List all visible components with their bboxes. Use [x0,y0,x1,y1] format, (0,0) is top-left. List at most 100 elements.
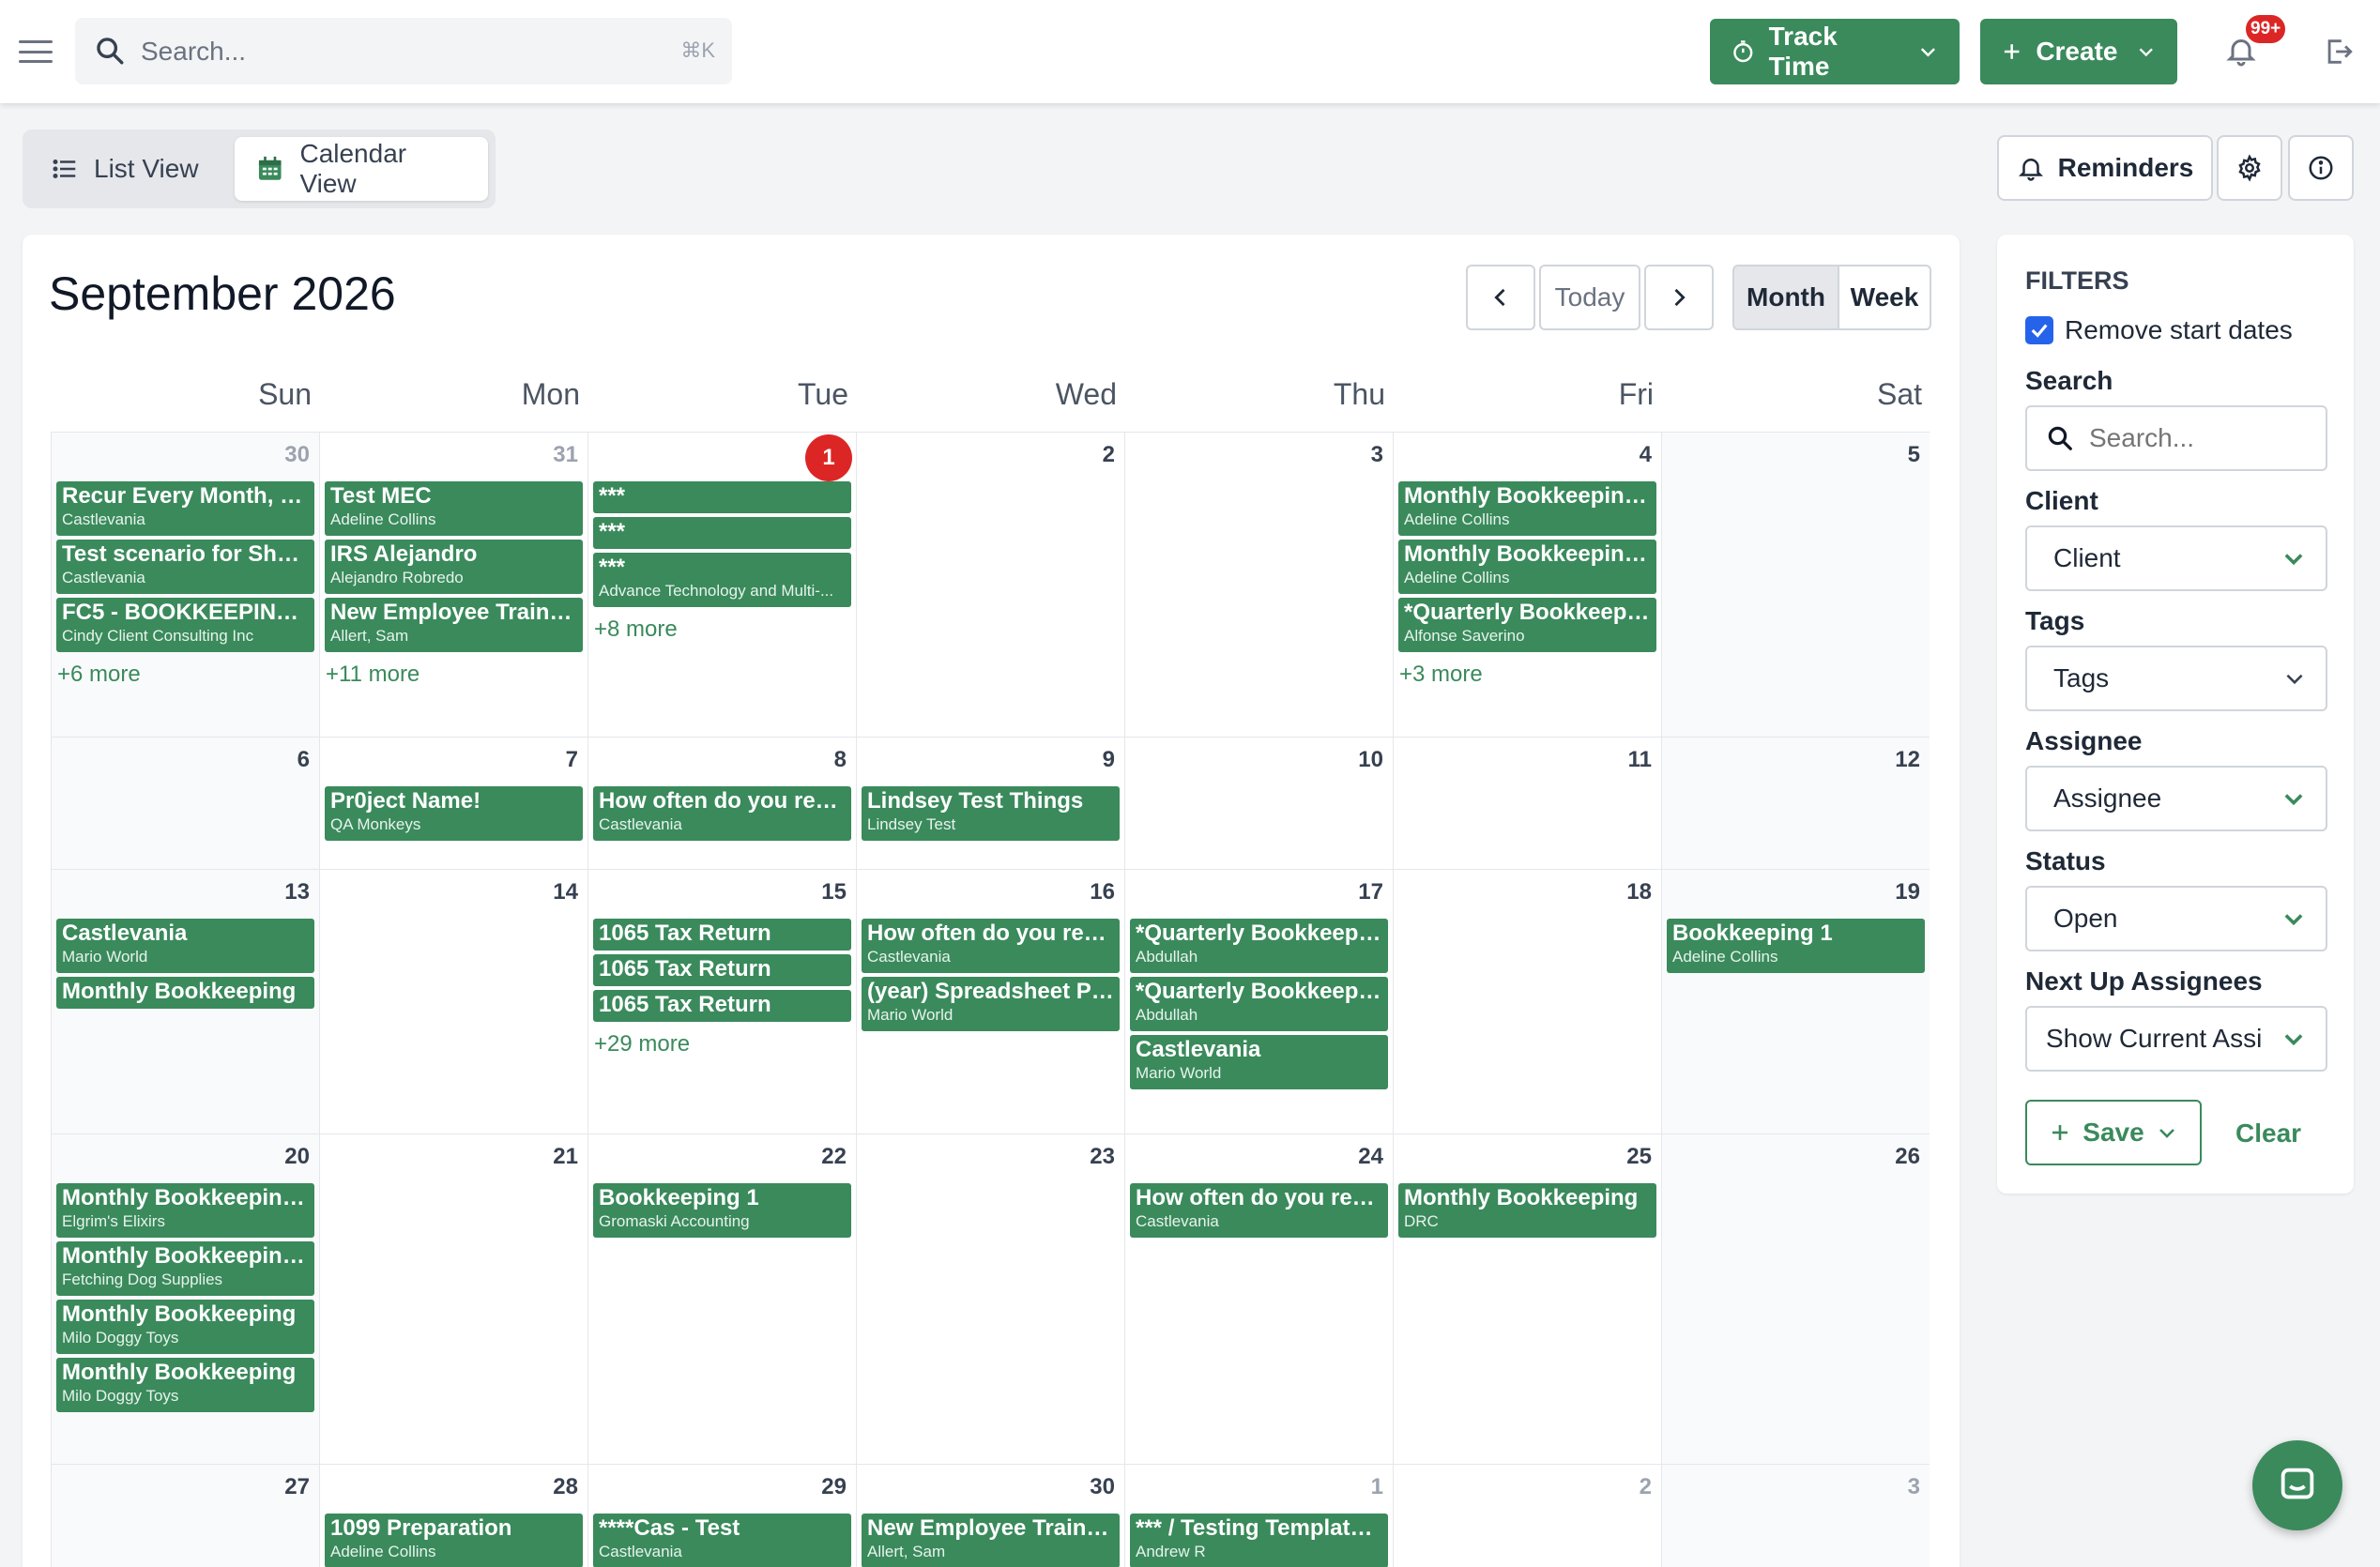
day-cell[interactable]: 30 New Employee Trainin... Allert, Sam [856,1464,1124,1567]
calendar-event[interactable]: *Quarterly Bookkeeping Alfonse Saverino [1398,598,1656,652]
day-cell[interactable]: 2 [1393,1464,1661,1567]
calendar-event[interactable]: New Employee Trainin... Allert, Sam [862,1514,1120,1567]
day-cell[interactable]: 21 [319,1133,587,1464]
day-cell[interactable]: 1 *** *** *** Advance Technology and Multi-.… [587,432,856,737]
info-button[interactable] [2288,135,2354,201]
calendar-event[interactable]: *** [593,517,851,549]
assignee-select[interactable]: Assignee [2025,766,2327,831]
calendar-event[interactable]: Monthly Bookkeeping-... Elgrim's Elixirs [56,1183,314,1238]
more-events-link[interactable]: +8 more [594,616,678,643]
client-select[interactable]: Client [2025,525,2327,591]
calendar-event[interactable]: New Employee Trainin... Allert, Sam [325,598,583,652]
global-search-input[interactable] [141,18,629,84]
more-events-link[interactable]: +6 more [57,662,141,688]
calendar-event[interactable]: Monthly Bookkeeping DRC [1398,1183,1656,1238]
calendar-event[interactable]: FC5 - BOOKKEEPING ... Cindy Client Consul… [56,598,314,652]
day-cell[interactable]: 24 How often do you reoc... Castlevania [1124,1133,1393,1464]
day-cell[interactable]: 2 [856,432,1124,737]
day-cell[interactable]: 11 [1393,737,1661,869]
day-cell[interactable]: 5 [1661,432,1930,737]
reminders-button[interactable]: Reminders [1997,135,2213,201]
day-cell[interactable]: 3 [1661,1464,1930,1567]
calendar-event[interactable]: Monthly Bookkeeping Milo Doggy Toys [56,1300,314,1354]
calendar-event[interactable]: Bookkeeping 1 Gromaski Accounting [593,1183,851,1238]
day-cell[interactable]: 1 *** / Testing Template ... Andrew R [1124,1464,1393,1567]
clear-filter-button[interactable]: Clear [2235,1118,2301,1149]
create-button[interactable]: Create [1980,19,2177,84]
week-view-button[interactable]: Week [1838,265,1931,330]
remove-start-dates-option[interactable]: Remove start dates [2025,315,2293,345]
day-cell[interactable]: 20 Monthly Bookkeeping-... Elgrim's Elixir… [51,1133,319,1464]
calendar-event[interactable]: 1099 Preparation Adeline Collins [325,1514,583,1567]
tags-select[interactable]: Tags [2025,646,2327,711]
next-up-select[interactable]: Show Current Assi [2025,1006,2327,1072]
day-cell[interactable]: 16 How often do you reoc... Castlevania (ye… [856,869,1124,1133]
calendar-event[interactable]: Bookkeeping 1 Adeline Collins [1667,919,1925,973]
calendar-event[interactable]: (year) Spreadsheet Pa... Mario World [862,977,1120,1031]
status-select[interactable]: Open [2025,886,2327,951]
calendar-event[interactable]: Recur Every Month, se... Castlevania [56,481,314,536]
more-events-link[interactable]: +29 more [594,1031,690,1057]
calendar-event[interactable]: Lindsey Test Things Lindsey Test [862,786,1120,841]
day-cell[interactable]: 22 Bookkeeping 1 Gromaski Accounting [587,1133,856,1464]
calendar-event[interactable]: Test scenario for Shaw... Castlevania [56,540,314,594]
day-cell[interactable]: 29 ****Cas - Test Castlevania [587,1464,856,1567]
calendar-event[interactable]: Monthly Bookkeeping - Adeline Collins [1398,540,1656,594]
calendar-event[interactable]: *** / Testing Template ... Andrew R [1130,1514,1388,1567]
day-cell[interactable]: 27 [51,1464,319,1567]
calendar-event[interactable]: 1065 Tax Return [593,990,851,1022]
next-month-button[interactable] [1644,265,1714,330]
settings-button[interactable] [2217,135,2282,201]
menu-icon[interactable] [19,38,53,66]
calendar-view-tab[interactable]: Calendar View [235,137,488,201]
day-cell[interactable]: 10 [1124,737,1393,869]
day-cell[interactable]: 4 Monthly Bookkeeping - Adeline Collins Mon… [1393,432,1661,737]
day-cell[interactable]: 13 Castlevania Mario World Monthly Bookkeep… [51,869,319,1133]
global-search[interactable]: ⌘K [75,18,732,84]
calendar-event[interactable]: Monthly Bookkeeping [56,977,314,1009]
day-cell[interactable]: 18 [1393,869,1661,1133]
day-cell[interactable]: 26 [1661,1133,1930,1464]
calendar-event[interactable]: Castlevania Mario World [1130,1035,1388,1089]
calendar-event[interactable]: How often do you reoc... Castlevania [593,786,851,841]
prev-month-button[interactable] [1466,265,1535,330]
calendar-event[interactable]: Test MEC Adeline Collins [325,481,583,536]
logout-icon[interactable] [2323,36,2355,68]
day-cell[interactable]: 23 [856,1133,1124,1464]
filter-search[interactable] [2025,405,2327,471]
more-events-link[interactable]: +3 more [1399,662,1483,688]
day-cell[interactable]: 7 Pr0ject Name! QA Monkeys [319,737,587,869]
day-cell[interactable]: 30 Recur Every Month, se... Castlevania Tes… [51,432,319,737]
day-cell[interactable]: 9 Lindsey Test Things Lindsey Test [856,737,1124,869]
calendar-event[interactable]: Monthly Bookkeeping - Adeline Collins [1398,481,1656,536]
calendar-event[interactable]: *Quarterly Bookkeeping Abdullah [1130,977,1388,1031]
track-time-button[interactable]: Track Time [1710,19,1960,84]
day-cell[interactable]: 6 [51,737,319,869]
calendar-event[interactable]: ****Cas - Test Castlevania [593,1514,851,1567]
today-button[interactable]: Today [1539,265,1640,330]
remove-start-dates-checkbox[interactable] [2025,316,2053,344]
calendar-event[interactable]: 1065 Tax Return [593,954,851,986]
day-cell[interactable]: 28 1099 Preparation Adeline Collins [319,1464,587,1567]
calendar-event[interactable]: *Quarterly Bookkeeping Abdullah [1130,919,1388,973]
calendar-event[interactable]: *** Advance Technology and Multi-... [593,553,851,607]
day-cell[interactable]: 31 Test MEC Adeline Collins IRS Alejandro Al… [319,432,587,737]
day-cell[interactable]: 19 Bookkeeping 1 Adeline Collins [1661,869,1930,1133]
calendar-event[interactable]: How often do you reoc... Castlevania [862,919,1120,973]
calendar-event[interactable]: Monthly Bookkeeping Milo Doggy Toys [56,1358,314,1412]
list-view-tab[interactable]: List View [30,137,220,201]
day-cell[interactable]: 25 Monthly Bookkeeping DRC [1393,1133,1661,1464]
month-view-button[interactable]: Month [1732,265,1839,330]
day-cell[interactable]: 12 [1661,737,1930,869]
day-cell[interactable]: 14 [319,869,587,1133]
day-cell[interactable]: 15 1065 Tax Return 1065 Tax Return 1065 Tax… [587,869,856,1133]
day-cell[interactable]: 8 How often do you reoc... Castlevania [587,737,856,869]
day-cell[interactable]: 3 [1124,432,1393,737]
more-events-link[interactable]: +11 more [326,662,420,688]
chat-button[interactable] [2252,1440,2342,1530]
calendar-event[interactable]: How often do you reoc... Castlevania [1130,1183,1388,1238]
filter-search-input[interactable] [2089,407,2314,469]
save-filter-button[interactable]: Save [2025,1100,2202,1165]
calendar-event[interactable]: Pr0ject Name! QA Monkeys [325,786,583,841]
calendar-event[interactable]: Monthly Bookkeeping-... Fetching Dog Supp… [56,1241,314,1296]
